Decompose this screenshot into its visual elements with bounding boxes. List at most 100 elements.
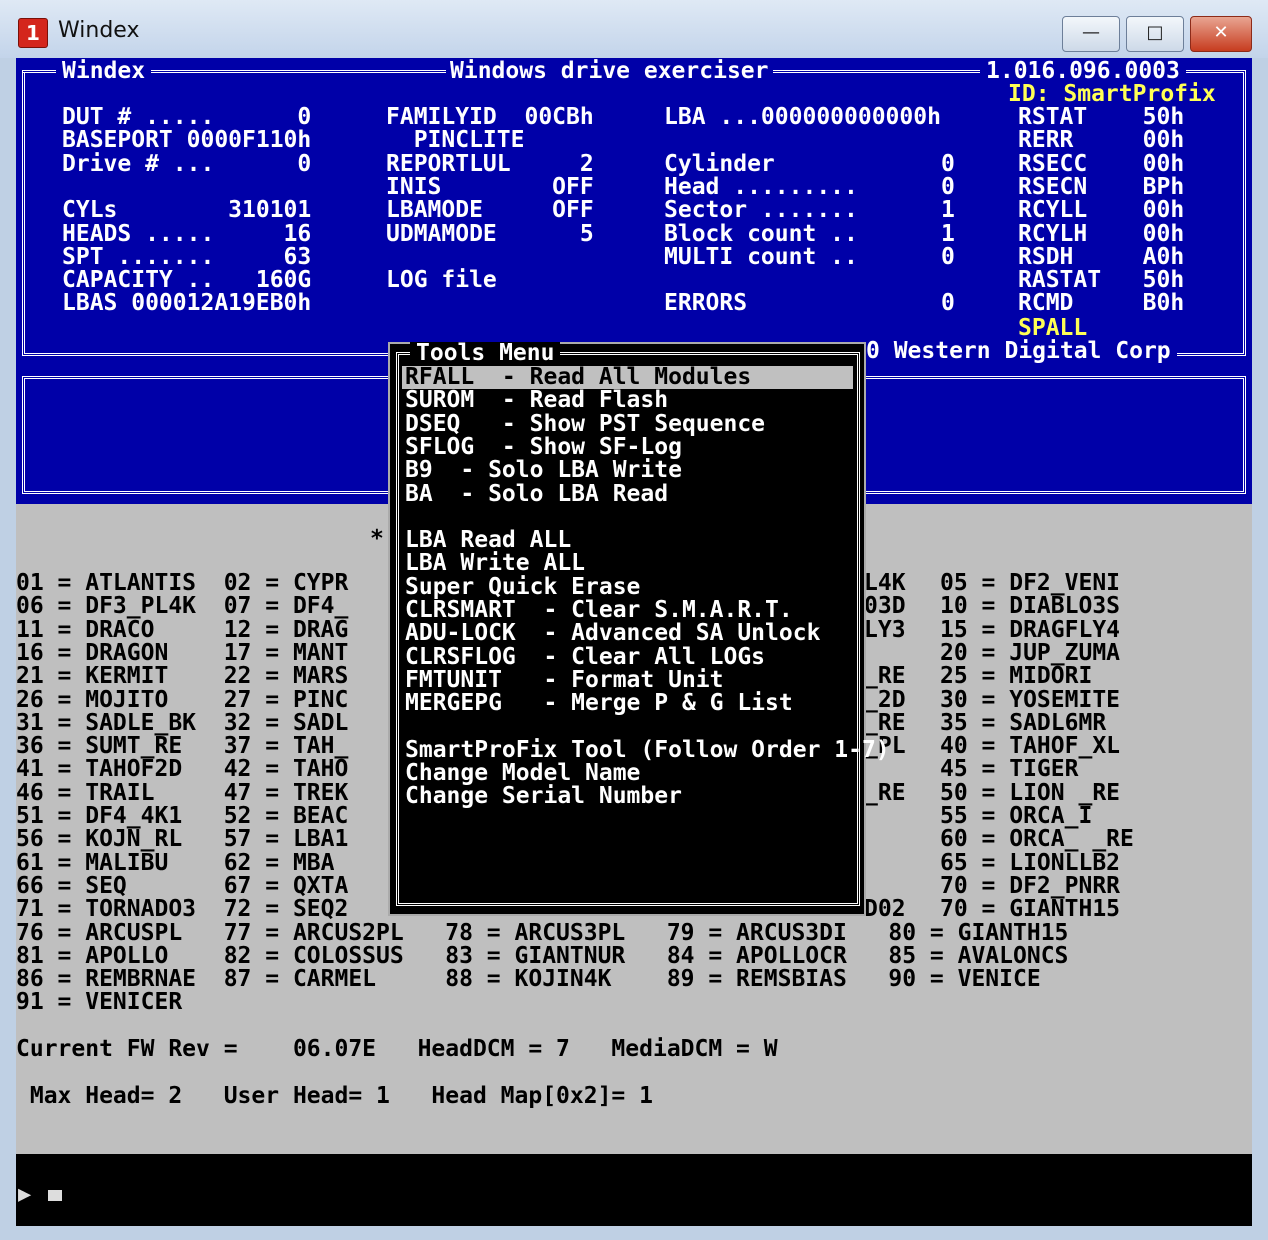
- family-row-fragment: D02: [864, 896, 906, 923]
- family-row: 26 = MOJITO 27 = PINC: [16, 686, 349, 713]
- family-row-fragment: LY3: [864, 616, 906, 643]
- mode-info-line: PINCLITE: [386, 127, 525, 154]
- lba-info-line: Cylinder 0: [664, 150, 955, 177]
- family-row-right: 50 = LION _RE: [940, 779, 1121, 806]
- lba-info-line: ERRORS 0: [664, 290, 955, 317]
- menu-item[interactable]: ADU-LOCK - Advanced SA Unlock: [405, 622, 820, 645]
- asterisk-marker: *: [370, 526, 384, 552]
- menu-item[interactable]: CLRSFLOG - Clear All LOGs: [405, 645, 765, 669]
- lba-info-line: LBA ...000000000000h: [664, 104, 941, 130]
- menu-item[interactable]: BA - Solo LBA Read: [405, 482, 668, 506]
- prompt-icon: ▶: [18, 1182, 32, 1207]
- family-row-fragment: L4K: [864, 570, 906, 596]
- menu-item-selected[interactable]: RFALL - Read All Modules: [402, 366, 853, 389]
- drive-info-line: SPT ....... 63: [62, 243, 312, 270]
- menu-item[interactable]: SFLOG - Show SF-Log: [405, 435, 682, 459]
- drive-info-line: DUT # ..... 0: [62, 104, 312, 130]
- title-bar[interactable]: 1 Windex — □ ✕: [0, 0, 1268, 58]
- family-row-fragment: _RE: [864, 709, 906, 736]
- family-row-right: 30 = YOSEMITE: [940, 686, 1121, 713]
- family-row: 46 = TRAIL 47 = TREK: [16, 779, 349, 806]
- family-row-right: 70 = DF2_PNRR: [940, 872, 1121, 899]
- family-row-fragment: 03D: [864, 593, 906, 620]
- mode-info-line: UDMAMODE 5: [386, 220, 594, 247]
- register-line: RSECN BPh: [1018, 173, 1185, 200]
- family-row: 61 = MALIBU 62 = MBA: [16, 849, 335, 876]
- menu-item[interactable]: Change Serial Number: [405, 785, 682, 808]
- family-row-fragment: _RE: [864, 779, 906, 806]
- mode-info-line: INIS OFF: [386, 173, 594, 200]
- head-status-line: Max Head= 2 User Head= 1 Head Map[0x2]= …: [16, 1083, 653, 1109]
- drive-info-line: HEADS ..... 16: [62, 220, 312, 247]
- register-line: RCYLL 00h: [1018, 197, 1185, 224]
- copyright-label: 0 Western Digital Corp: [860, 340, 1177, 363]
- family-row: 21 = KERMIT 22 = MARS: [16, 663, 349, 690]
- lba-info-line: Sector ....... 1: [664, 197, 955, 224]
- menu-item[interactable]: FMTUNIT - Format Unit: [405, 668, 724, 692]
- family-row: 31 = SADLE_BK 32 = SADL: [16, 709, 349, 736]
- menu-item[interactable]: Super Quick Erase: [405, 575, 640, 599]
- lba-info-line: MULTI count .. 0: [664, 243, 955, 270]
- drive-info-line: Drive # ... 0: [62, 150, 312, 177]
- family-row: 86 = REMBRNAE 87 = CARMEL 88 = KOJIN4K 8…: [16, 966, 1041, 993]
- family-row-right: 65 = LIONLLB2: [940, 849, 1121, 876]
- family-row-right: 20 = JUP_ZUMA: [940, 639, 1121, 666]
- family-row-right: 25 = MIDORI: [940, 663, 1093, 690]
- family-row: 76 = ARCUSPL 77 = ARCUS2PL 78 = ARCUS3PL…: [16, 919, 1069, 946]
- menu-item[interactable]: SUROM - Read Flash: [405, 389, 668, 412]
- mode-info-line: LBAMODE OFF: [386, 197, 594, 224]
- console-area[interactable]: Windex Windows drive exerciser 1.016.096…: [16, 58, 1252, 1226]
- close-button[interactable]: ✕: [1190, 16, 1252, 52]
- family-row: 41 = TAHOF2D 42 = TAHO: [16, 756, 349, 783]
- register-line: RCMD B0h: [1018, 290, 1185, 317]
- register-line: RASTAT 50h: [1018, 267, 1185, 294]
- lba-info-line: Block count .. 1: [664, 220, 955, 247]
- maximize-button[interactable]: □: [1126, 16, 1184, 52]
- menu-item[interactable]: MERGEPG - Merge P & G List: [405, 692, 793, 715]
- menu-item[interactable]: LBA Write ALL: [405, 552, 585, 575]
- drive-info-line: BASEPORT 0000F110h: [62, 127, 312, 154]
- command-line[interactable]: ▶: [16, 1154, 1252, 1226]
- mode-info-line: REPORTLUL 2: [386, 150, 594, 177]
- drive-info-panel: Windex Windows drive exerciser 1.016.096…: [16, 58, 1252, 366]
- family-row: 01 = ATLANTIS 02 = CYPR: [16, 570, 349, 596]
- family-row: 91 = VENICER: [16, 989, 183, 1016]
- id-label: ID: SmartProfix: [1004, 83, 1220, 106]
- menu-item[interactable]: LBA Read ALL: [405, 529, 571, 552]
- menu-item[interactable]: DSEQ - Show PST Sequence: [405, 412, 765, 436]
- family-row-right: 40 = TAHOF_XL: [940, 733, 1121, 760]
- register-line: RSDH A0h: [1018, 243, 1185, 270]
- family-row-right: 45 = TIGER: [940, 756, 1079, 783]
- family-row-right: 15 = DRAGFLY4: [940, 616, 1121, 643]
- app-header-name: Windex: [56, 60, 152, 83]
- menu-item[interactable]: CLRSMART - Clear S.M.A.R.T.: [405, 599, 793, 622]
- app-window: 1 Windex — □ ✕ Windex Windows drive exer…: [0, 0, 1268, 1240]
- family-row: 06 = DF3_PL4K 07 = DF4_: [16, 593, 349, 620]
- app-icon[interactable]: 1: [18, 18, 48, 48]
- mode-info-line: FAMILYID 00CBh: [386, 104, 594, 130]
- menu-item[interactable]: SmartProFix Tool (Follow Order 1-7): [405, 738, 890, 762]
- family-row-right: 70 = GIANTH15: [940, 896, 1121, 923]
- family-row-fragment: _RE: [864, 663, 906, 690]
- menu-item[interactable]: Change Model Name: [405, 762, 640, 785]
- spall-label: SPALL: [1018, 315, 1088, 341]
- lba-info-line: Head ......... 0: [664, 173, 955, 200]
- family-row-right: 55 = ORCA_I: [940, 803, 1093, 829]
- text-cursor: [48, 1190, 62, 1201]
- family-row: 16 = DRAGON 17 = MANT: [16, 639, 349, 666]
- firmware-status-line: Current FW Rev = 06.07E HeadDCM = 7 Medi…: [16, 1036, 778, 1062]
- drive-info-line: CYLs 310101: [62, 197, 312, 224]
- family-row-fragment: _2D: [864, 686, 906, 713]
- minimize-button[interactable]: —: [1062, 16, 1120, 52]
- mode-info-line: LOG file: [386, 267, 497, 294]
- window-title: Windex: [58, 18, 140, 43]
- menu-item[interactable]: B9 - Solo LBA Write: [405, 459, 682, 482]
- tools-menu-title: Tools Menu: [410, 342, 561, 365]
- family-row: 81 = APOLLO 82 = COLOSSUS 83 = GIANTNUR …: [16, 942, 1069, 969]
- family-row: 11 = DRACO 12 = DRAG: [16, 616, 349, 643]
- drive-info-line: CAPACITY .. 160G: [62, 267, 312, 294]
- app-header-title: Windows drive exerciser: [446, 60, 773, 83]
- tools-menu: Tools Menu RFALL - Read All Modules SUROM…: [388, 342, 890, 916]
- register-line: RSECC 00h: [1018, 150, 1185, 177]
- version-label: 1.016.096.0003: [980, 60, 1186, 83]
